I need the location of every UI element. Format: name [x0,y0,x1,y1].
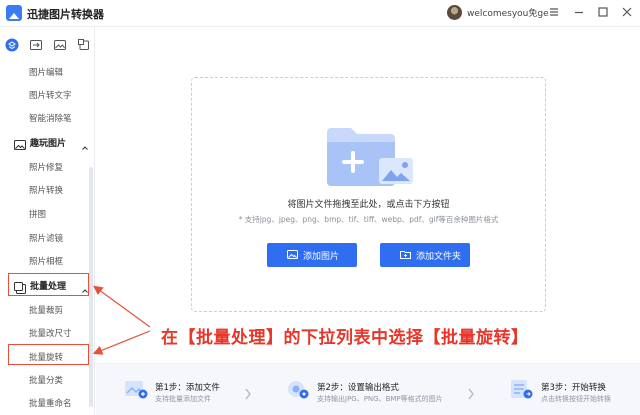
sidebar-item-filter[interactable]: 照片滤镜 [29,232,63,244]
close-icon[interactable] [619,4,635,20]
user-name[interactable]: welcomesyou免ge [467,6,549,19]
image-icon[interactable] [53,37,67,51]
sidebar-item-repair[interactable]: 照片修复 [29,161,63,173]
steps-bar: 第1步：添加文件 支持批量添加文件 第2步：设置输出格式 支持输出JPG、PNG… [96,363,640,415]
sidebar-group-play[interactable]: 趣玩图片 [14,134,90,150]
chevron-right-icon [467,385,475,400]
highlight-batch-group [8,273,89,296]
maximize-icon[interactable] [595,4,611,20]
convert-icon [510,378,534,400]
layers-icon[interactable] [5,37,19,52]
add-folder-button[interactable]: 添加文件夹 [380,243,470,267]
convert-icon[interactable] [29,37,43,51]
sidebar-item-eraser[interactable]: 智能消除笔 [29,112,72,124]
sidebar-scrollbar[interactable] [89,167,93,407]
title-bar: 迅捷图片转换器 welcomesyou免ge [0,0,640,27]
sidebar-tab-strip [0,27,95,61]
sidebar-group-play-label: 趣玩图片 [30,139,67,149]
app-logo-icon [6,5,22,21]
user-avatar[interactable] [447,5,462,20]
step-1-title: 第1步：添加文件 [155,383,220,393]
step-1-desc: 支持批量添加文件 [155,395,211,403]
annotation-text: 在【批量处理】的下拉列表中选择【批量旋转】 [161,328,529,348]
step-2-desc: 支持输出JPG、PNG、BMP等格式的图片 [317,395,443,403]
step-3-title: 第3步：开始转换 [541,383,606,393]
settings-icon [286,378,310,400]
sidebar-item-batch-classify[interactable]: 批量分类 [29,374,63,386]
drop-instruction: 将图片文件拖拽至此处，或点击下方按钮 [287,200,450,210]
sidebar-item-collage[interactable]: 拼图 [29,208,46,220]
minimize-icon[interactable] [571,4,587,20]
main-panel: 将图片文件拖拽至此处，或点击下方按钮 * 支持jpg、jpeg、png、bmp、… [96,27,640,415]
crop-icon[interactable] [77,37,91,51]
add-image-label: 添加图片 [303,252,340,262]
chevron-right-icon [244,385,252,400]
sidebar-item-ocr[interactable]: 图片转文字 [29,89,72,101]
step-3-desc: 点击转换按钮开始转换 [541,395,611,403]
highlight-batch-rotate [8,344,89,365]
add-file-icon [124,378,148,400]
add-image-button[interactable]: 添加图片 [267,243,357,267]
folder-image-icon [323,122,419,190]
picture-icon [14,136,26,150]
chevron-up-icon [81,137,89,150]
sidebar-item-batch-crop[interactable]: 批量裁剪 [29,304,63,316]
sidebar-item-batch-rename[interactable]: 批量重命名 [29,397,72,409]
app-title: 迅捷图片转换器 [27,8,104,21]
drop-formats-note: * 支持jpg、jpeg、png、bmp、tif、tiff、webp、pdf、g… [238,215,499,224]
menu-icon[interactable] [546,4,562,20]
sidebar-item-frame[interactable]: 照片相框 [29,255,63,267]
sidebar-item-edit[interactable]: 图片编辑 [29,66,63,78]
image-icon [287,249,298,260]
sidebar-item-photo-convert[interactable]: 照片转换 [29,184,63,196]
sidebar-item-batch-resize[interactable]: 批量改尺寸 [29,327,72,339]
add-folder-label: 添加文件夹 [416,252,462,262]
folder-plus-icon [400,249,411,260]
step-2-title: 第2步：设置输出格式 [317,383,399,393]
drop-zone[interactable]: 将图片文件拖拽至此处，或点击下方按钮 * 支持jpg、jpeg、png、bmp、… [191,77,546,312]
